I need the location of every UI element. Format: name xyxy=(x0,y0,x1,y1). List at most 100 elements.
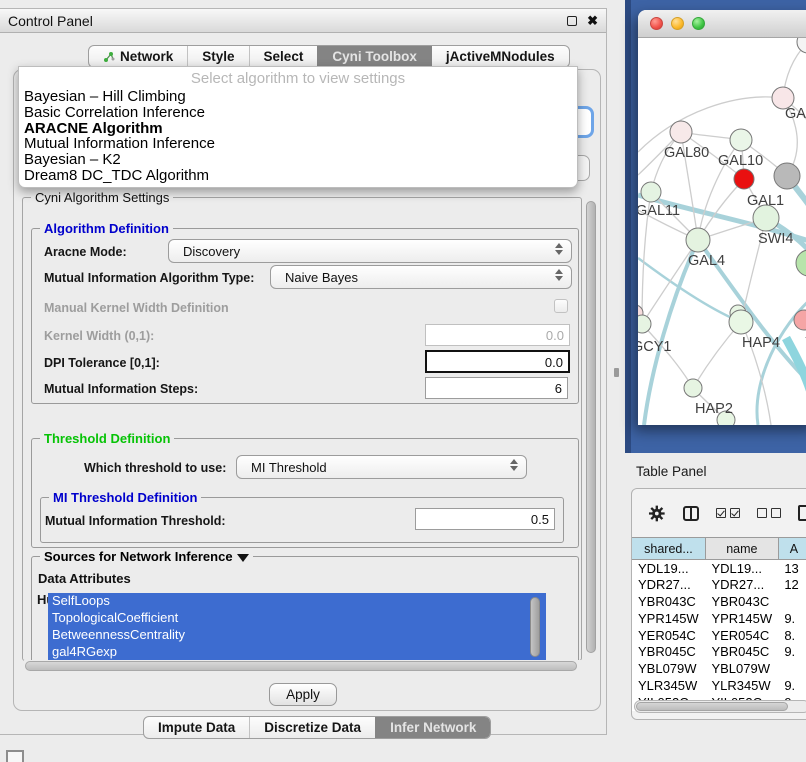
algorithm-option-bayesian-hill-climbing[interactable]: Bayesian – Hill Climbing xyxy=(19,89,577,105)
table-cell: YBR045C xyxy=(705,643,778,660)
network-node[interactable] xyxy=(730,129,752,151)
control-panel-tabbar: Network Style SelectCyni Toolbox jActiveMNo… xyxy=(88,45,570,68)
network-canvas[interactable]: GALGAL80GAL10GAL11GAL1SWI4GAL4GCY1HAP4YH… xyxy=(638,38,806,425)
node-label-gal11: GAL11 xyxy=(638,203,680,219)
network-node[interactable] xyxy=(734,169,754,189)
dpi-tolerance-field[interactable]: 0.0 xyxy=(425,350,570,373)
network-view-window: GALGAL80GAL10GAL11GAL1SWI4GAL4GCY1HAP4YH… xyxy=(638,10,806,425)
tab-style[interactable]: Style xyxy=(187,46,248,67)
network-edge[interactable] xyxy=(786,338,806,396)
close-panel-icon[interactable]: ✖ xyxy=(587,16,598,26)
column-header-shared[interactable]: shared... xyxy=(632,538,705,560)
table-row[interactable]: YBR043CYBR043C xyxy=(632,593,806,610)
minimized-panel-icon[interactable] xyxy=(6,750,24,762)
aracne-mode-combo[interactable]: Discovery xyxy=(168,239,572,263)
column-header-name[interactable]: name xyxy=(705,538,778,560)
mi-threshold-group: MI Threshold Definition Mutual Informati… xyxy=(40,497,564,543)
apply-button[interactable]: Apply xyxy=(269,683,337,706)
algorithm-dropdown-popup: Select algorithm to view settings Bayesi… xyxy=(18,66,578,188)
table-row[interactable]: YDR27...YDR27...12 xyxy=(632,576,806,593)
page-icon[interactable] xyxy=(798,505,806,521)
mi-threshold-field[interactable]: 0.5 xyxy=(415,508,555,530)
table-cell: YBL079W xyxy=(632,660,705,677)
data-attributes-list[interactable]: SelfLoopsTopologicalCoefficientBetweenne… xyxy=(48,593,546,661)
kernel-width-label: Kernel Width (0,1): xyxy=(44,329,154,343)
gear-icon[interactable] xyxy=(648,504,666,523)
algorithm-option-dream8-dc-tdc-algorithm[interactable]: Dream8 DC_TDC Algorithm xyxy=(19,168,577,184)
node-label-hap4: HAP4 xyxy=(742,335,780,351)
table-row[interactable]: YLR345WYLR345W9. xyxy=(632,677,806,694)
mi-steps-field[interactable]: 6 xyxy=(425,377,568,399)
columns-icon[interactable] xyxy=(683,506,699,521)
splitter-handle[interactable] xyxy=(614,368,619,377)
threshold-definition-title: Threshold Definition xyxy=(40,431,174,446)
manual-kernel-checkbox[interactable] xyxy=(554,299,568,313)
which-threshold-value: MI Threshold xyxy=(251,460,327,475)
table-horizontal-scrollbar[interactable] xyxy=(634,700,806,713)
network-node[interactable] xyxy=(729,310,753,334)
attribute-item-betweennesscentrality[interactable]: BetweennessCentrality xyxy=(48,627,546,644)
settings-horizontal-scrollbar[interactable] xyxy=(24,660,582,672)
zoom-window-icon[interactable] xyxy=(692,17,705,30)
checked-columns-icon[interactable] xyxy=(716,508,740,518)
table-cell: YDR27... xyxy=(705,576,778,593)
table-row[interactable]: YPR145WYPR145W9. xyxy=(632,610,806,627)
tab-cyni-toolbox[interactable]: Cyni Toolbox xyxy=(317,46,431,67)
algorithm-option-mutual-information-inference[interactable]: Mutual Information Inference xyxy=(19,136,577,152)
table-cell: YER054C xyxy=(705,627,778,644)
network-node[interactable] xyxy=(684,379,702,397)
which-threshold-label: Which threshold to use: xyxy=(84,461,226,475)
attribute-item-topologicalcoefficient[interactable]: TopologicalCoefficient xyxy=(48,610,546,627)
tab-discretize-data[interactable]: Discretize Data xyxy=(249,717,375,738)
table-cell: YBR043C xyxy=(632,593,705,610)
table-cell: YDL19... xyxy=(632,560,705,577)
network-node[interactable] xyxy=(797,38,806,53)
table-cell: YPR145W xyxy=(705,610,778,627)
tab-infer-network[interactable]: Infer Network xyxy=(375,717,490,738)
aracne-mode-value: Discovery xyxy=(183,244,240,259)
tab-select[interactable]: Select xyxy=(249,46,318,67)
network-node[interactable] xyxy=(686,228,710,252)
attributes-list-scrollbar[interactable] xyxy=(530,597,540,657)
network-edge[interactable] xyxy=(638,97,783,152)
table-row[interactable]: YDL19...YDL19...13 xyxy=(632,560,806,577)
tab-impute-data[interactable]: Impute Data xyxy=(144,717,249,738)
settings-vertical-scrollbar[interactable] xyxy=(585,199,597,659)
algorithm-option-aracne-algorithm[interactable]: ARACNE Algorithm xyxy=(19,121,577,137)
mi-type-combo[interactable]: Naive Bayes xyxy=(270,265,572,289)
combo-arrows-icon xyxy=(510,459,518,471)
control-panel-titlebar: Control Panel ✖ xyxy=(0,9,606,33)
float-panel-icon[interactable] xyxy=(567,16,577,26)
attribute-item-selfloops[interactable]: SelfLoops xyxy=(48,593,546,610)
tab-label: Discretize Data xyxy=(264,720,361,735)
table-cell xyxy=(778,593,806,610)
network-window-titlebar[interactable] xyxy=(638,10,806,38)
table-cell: 9. xyxy=(778,643,806,660)
tab-label: Style xyxy=(202,49,234,64)
close-window-icon[interactable] xyxy=(650,17,663,30)
network-node[interactable] xyxy=(774,163,800,189)
algorithm-option-bayesian-k2[interactable]: Bayesian – K2 xyxy=(19,152,577,168)
tab-network[interactable]: Network xyxy=(89,46,187,67)
column-header-a[interactable]: A xyxy=(778,538,806,560)
network-node[interactable] xyxy=(670,121,692,143)
sources-title: Sources for Network Inference xyxy=(40,549,253,564)
tab-label: jActiveMNodules xyxy=(446,49,555,64)
cyni-algorithm-settings-group: Cyni Algorithm Settings Algorithm Defini… xyxy=(22,197,582,661)
kernel-width-field[interactable]: 0.0 xyxy=(425,324,570,346)
node-attribute-table[interactable]: shared...nameAYDL19...YDL19...13YDR27...… xyxy=(632,537,806,711)
network-node[interactable] xyxy=(796,250,806,276)
table-row[interactable]: YBR045CYBR045C9. xyxy=(632,643,806,660)
minimize-window-icon[interactable] xyxy=(671,17,684,30)
network-node[interactable] xyxy=(641,182,661,202)
mi-steps-label: Mutual Information Steps: xyxy=(44,382,198,396)
table-row[interactable]: YER054CYER054C8. xyxy=(632,627,806,644)
tab-jactivemnodules[interactable]: jActiveMNodules xyxy=(431,46,569,67)
network-node[interactable] xyxy=(638,315,651,333)
unchecked-columns-icon[interactable] xyxy=(757,508,781,518)
which-threshold-combo[interactable]: MI Threshold xyxy=(236,455,527,479)
algorithm-option-basic-correlation-inference[interactable]: Basic Correlation Inference xyxy=(19,105,577,121)
attribute-item-gal4rgexp[interactable]: gal4RGexp xyxy=(48,644,546,661)
network-edge[interactable] xyxy=(642,324,693,388)
table-row[interactable]: YBL079WYBL079W xyxy=(632,660,806,677)
